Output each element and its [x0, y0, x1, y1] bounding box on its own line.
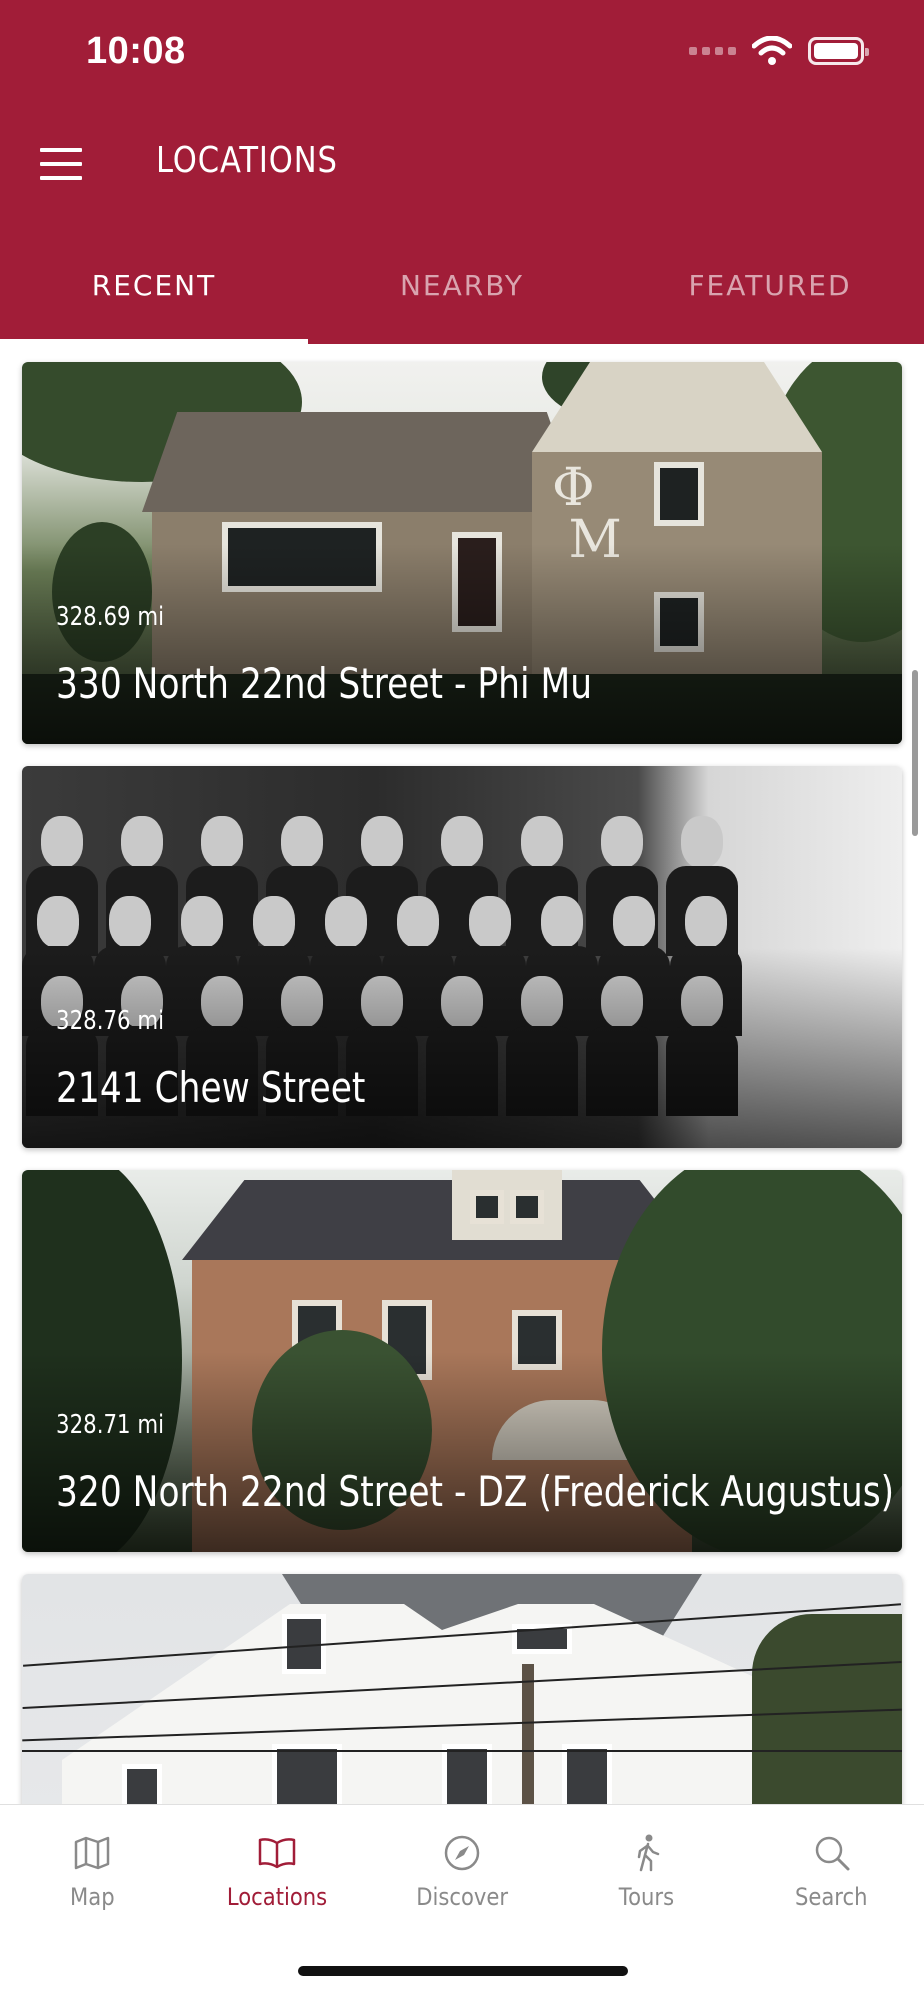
nav-locations[interactable]: Locations — [185, 1833, 370, 1925]
nav-map[interactable]: Map — [0, 1833, 185, 1925]
location-name: 2141 Chew Street — [56, 1063, 366, 1112]
menu-icon-line — [40, 176, 82, 180]
nav-label: Tours — [619, 1883, 675, 1911]
menu-icon-line — [40, 162, 82, 166]
nav-label: Map — [70, 1883, 115, 1911]
location-card[interactable]: 328.71 mi 320 North 22nd Street - DZ (Fr… — [22, 1170, 902, 1552]
nav-label: Locations — [227, 1883, 328, 1911]
location-distance: 328.69 mi — [56, 602, 165, 632]
map-icon — [75, 1836, 110, 1870]
location-name: 330 North 22nd Street - Phi Mu — [56, 659, 593, 708]
location-distance: 328.71 mi — [56, 1410, 165, 1440]
nav-label: Discover — [416, 1883, 508, 1911]
bottom-navigation: Map Locations Discover Tours Search — [0, 1804, 924, 2000]
location-card[interactable]: 328.76 mi 2141 Chew Street — [22, 766, 902, 1148]
battery-icon — [808, 37, 869, 65]
nav-search[interactable]: Search — [739, 1833, 924, 1925]
location-distance: 328.76 mi — [56, 1006, 165, 1036]
location-tabs: RECENT NEARBY FEATURED — [0, 240, 924, 344]
tab-featured[interactable]: FEATURED — [616, 240, 924, 344]
locations-list[interactable]: Φ M 328.69 mi 330 North 22nd Street - Ph… — [0, 344, 924, 1804]
location-name: 320 North 22nd Street - DZ (Frederick Au… — [56, 1467, 895, 1516]
status-icons — [689, 36, 869, 66]
location-card[interactable] — [22, 1574, 902, 1804]
status-time: 10:08 — [86, 30, 186, 72]
hamburger-menu-button[interactable] — [38, 144, 84, 184]
nav-label: Search — [795, 1883, 868, 1911]
scrollbar[interactable] — [912, 670, 918, 836]
tab-nearby[interactable]: NEARBY — [308, 240, 616, 344]
location-photo-white-house — [22, 1574, 902, 1804]
cellular-signal-icon — [689, 47, 736, 55]
wifi-icon — [752, 36, 792, 65]
compass-icon — [444, 1835, 480, 1871]
home-indicator — [298, 1966, 628, 1976]
location-card[interactable]: Φ M 328.69 mi 330 North 22nd Street - Ph… — [22, 362, 902, 744]
nav-discover[interactable]: Discover — [370, 1833, 555, 1925]
menu-icon-line — [40, 148, 82, 152]
tab-recent[interactable]: RECENT — [0, 240, 308, 344]
nav-tours[interactable]: Tours — [554, 1833, 739, 1925]
book-icon — [258, 1838, 296, 1869]
search-icon — [815, 1836, 850, 1871]
walking-icon — [637, 1834, 660, 1872]
app-header: 10:08 LOCATIONS RECENT NEARBY FEATURED — [0, 0, 924, 344]
page-title: LOCATIONS — [156, 140, 338, 181]
